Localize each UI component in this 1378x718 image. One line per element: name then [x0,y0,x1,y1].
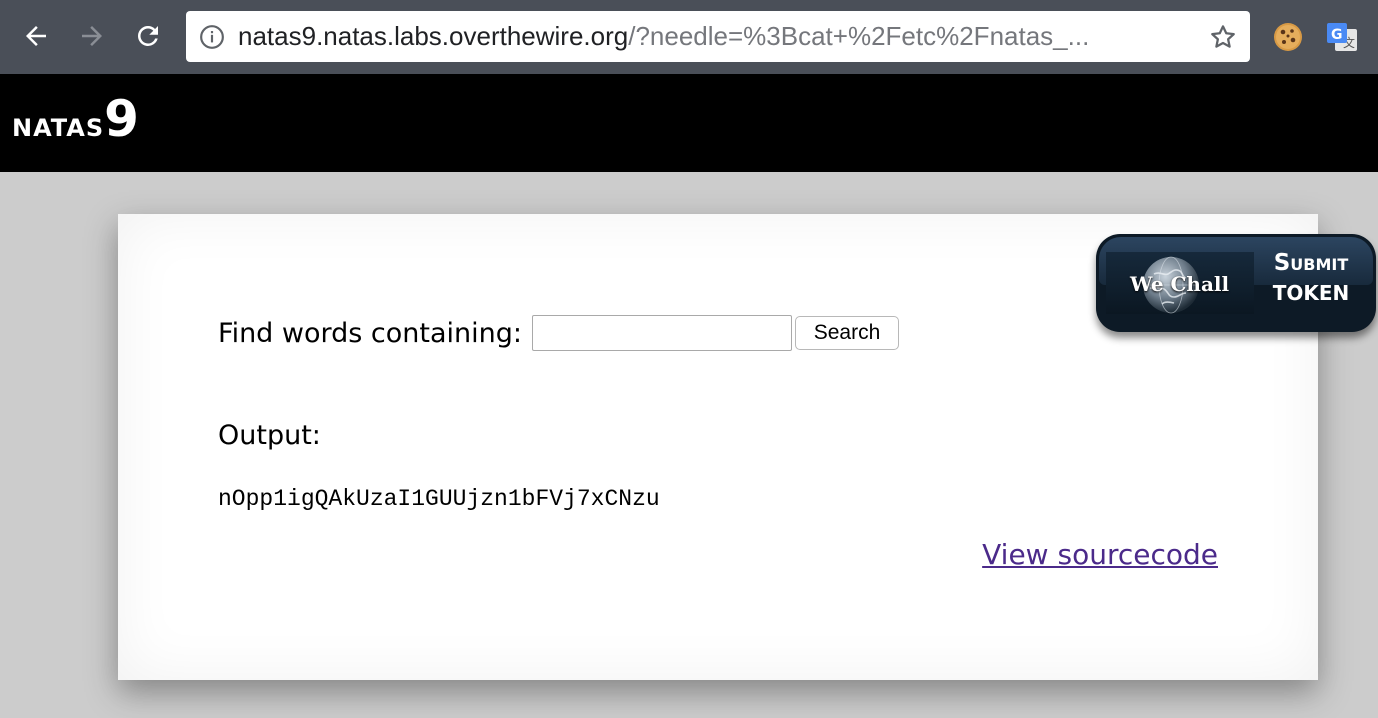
url-text[interactable]: natas9.natas.labs.overthewire.org/?needl… [238,11,1178,62]
cookie-icon[interactable] [1269,18,1307,56]
output-label: Output: [218,420,321,451]
view-sourcecode-link[interactable]: View sourcecode [982,538,1218,571]
submit-label: Submit [1273,250,1349,276]
google-translate-icon[interactable]: 文 G [1323,18,1361,56]
arrow-left-icon [26,26,46,46]
svg-text:G: G [1331,27,1343,43]
output-text: nOpp1igQAkUzaI1GUUjzn1bFVj7xCNzu [218,486,660,512]
back-button[interactable] [16,16,56,56]
info-circle-icon[interactable] [198,23,226,51]
site-header: natas9 [0,74,1378,172]
browser-toolbar: natas9.natas.labs.overthewire.org/?needl… [0,0,1378,74]
wechall-submit-token-button[interactable]: We Chall Submit TOKEN [1096,234,1376,332]
token-label: TOKEN [1272,281,1350,305]
wechall-logo-text: We Chall [1130,272,1230,296]
url-host: natas9.natas.labs.overthewire.org [238,21,629,51]
search-input[interactable] [532,315,792,351]
address-bar[interactable]: natas9.natas.labs.overthewire.org/?needl… [186,11,1250,62]
page-title: natas9 [12,90,139,148]
search-button[interactable]: Search [795,316,899,350]
star-icon[interactable] [1206,20,1240,54]
search-label: Find words containing: [218,317,522,349]
page-title-number: 9 [104,90,139,148]
submit-token-label: Submit TOKEN [1256,248,1366,308]
search-form: Find words containing: Search [218,314,899,352]
arrow-right-icon [82,26,102,46]
url-path: /?needle=%3Bcat+%2Fetc%2Fnatas_... [628,21,1090,51]
page-title-word: natas [12,105,105,145]
reload-icon [138,26,158,46]
forward-button[interactable] [72,16,112,56]
reload-button[interactable] [128,16,168,56]
